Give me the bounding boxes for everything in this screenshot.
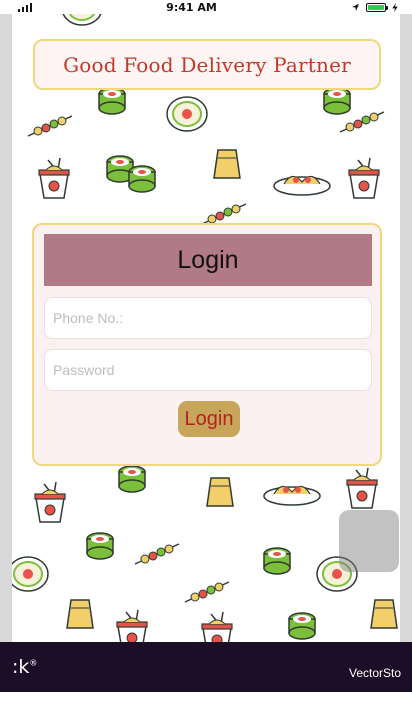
login-card: Login Login <box>32 223 382 466</box>
password-input[interactable] <box>44 349 372 391</box>
app-title-banner: Good Food Delivery Partner <box>33 39 381 90</box>
window-frame-left <box>0 14 12 654</box>
login-card-header: Login <box>44 234 372 286</box>
watermark-left: :k® <box>12 656 38 678</box>
floating-assistive-button[interactable] <box>339 510 399 572</box>
bottom-edge <box>0 692 412 714</box>
battery-icon <box>366 2 388 12</box>
charging-bolt-icon <box>392 2 398 12</box>
watermark-right: VectorSto <box>349 666 402 680</box>
window-frame-right <box>400 14 412 654</box>
app-title: Good Food Delivery Partner <box>63 52 351 77</box>
login-title: Login <box>177 245 239 274</box>
signal-icon <box>18 2 32 12</box>
phone-number-input[interactable] <box>44 297 372 339</box>
location-arrow-icon <box>351 3 360 11</box>
login-button[interactable]: Login <box>178 401 240 437</box>
status-bar: 9:41 AM <box>0 0 412 14</box>
status-time: 9:41 AM <box>166 0 217 14</box>
stock-watermark-bar: :k® VectorSto <box>0 642 412 692</box>
